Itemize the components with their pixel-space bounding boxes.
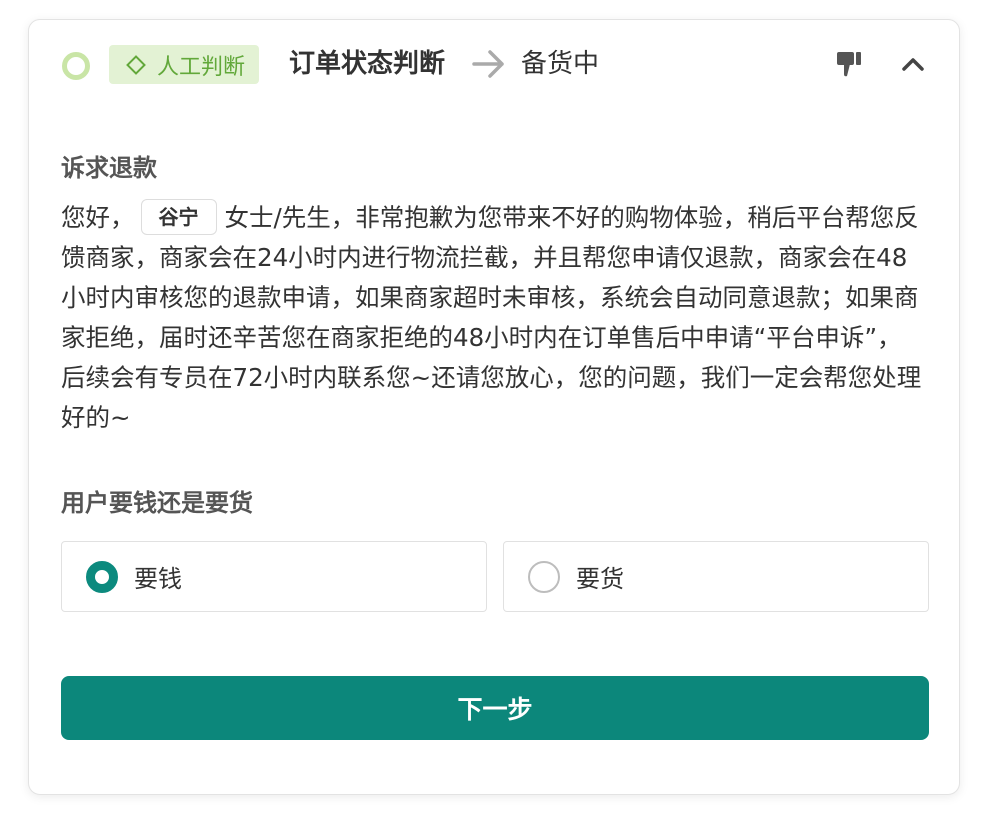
reply-body: 女士/先生，非常抱歉为您带来不好的购物体验，稍后平台帮您反馈商家，商家会在24小… — [61, 203, 922, 432]
option-label: 要货 — [576, 565, 624, 593]
arrow-right-icon — [472, 50, 504, 78]
card-header: 人工判断 订单状态判断 备货中 — [29, 20, 959, 110]
choice-options: 要钱 要货 — [61, 541, 929, 612]
next-step-button[interactable]: 下一步 — [61, 676, 929, 740]
tag-label: 人工判断 — [157, 54, 246, 80]
status-ring-icon — [62, 52, 90, 80]
order-state: 备货中 — [521, 49, 600, 79]
manual-judgment-tag: 人工判断 — [109, 45, 260, 84]
diamond-icon — [126, 54, 146, 75]
order-judgment-card: 人工判断 订单状态判断 备货中 诉求退款 您好， 谷宁 女士/先生，非常抱歉为您带来… — [28, 19, 960, 795]
customer-name-chip: 谷宁 — [140, 199, 217, 235]
complaint-label: 诉求退款 — [61, 154, 157, 182]
reply-prefix: 您好， — [61, 203, 135, 232]
radio-checked-icon[interactable] — [86, 560, 118, 593]
option-label: 要钱 — [134, 565, 182, 593]
chevron-up-icon[interactable] — [901, 54, 925, 74]
option-refund[interactable]: 要钱 — [61, 541, 487, 612]
thumbs-down-icon[interactable] — [835, 50, 863, 78]
question-label: 用户要钱还是要货 — [61, 489, 253, 517]
option-goods[interactable]: 要货 — [503, 541, 929, 612]
radio-unchecked-icon[interactable] — [528, 560, 560, 593]
reply-text: 您好， 谷宁 女士/先生，非常抱歉为您带来不好的购物体验，稍后平台帮您反馈商家，商家… — [61, 198, 923, 438]
card-title: 订单状态判断 — [289, 49, 446, 79]
